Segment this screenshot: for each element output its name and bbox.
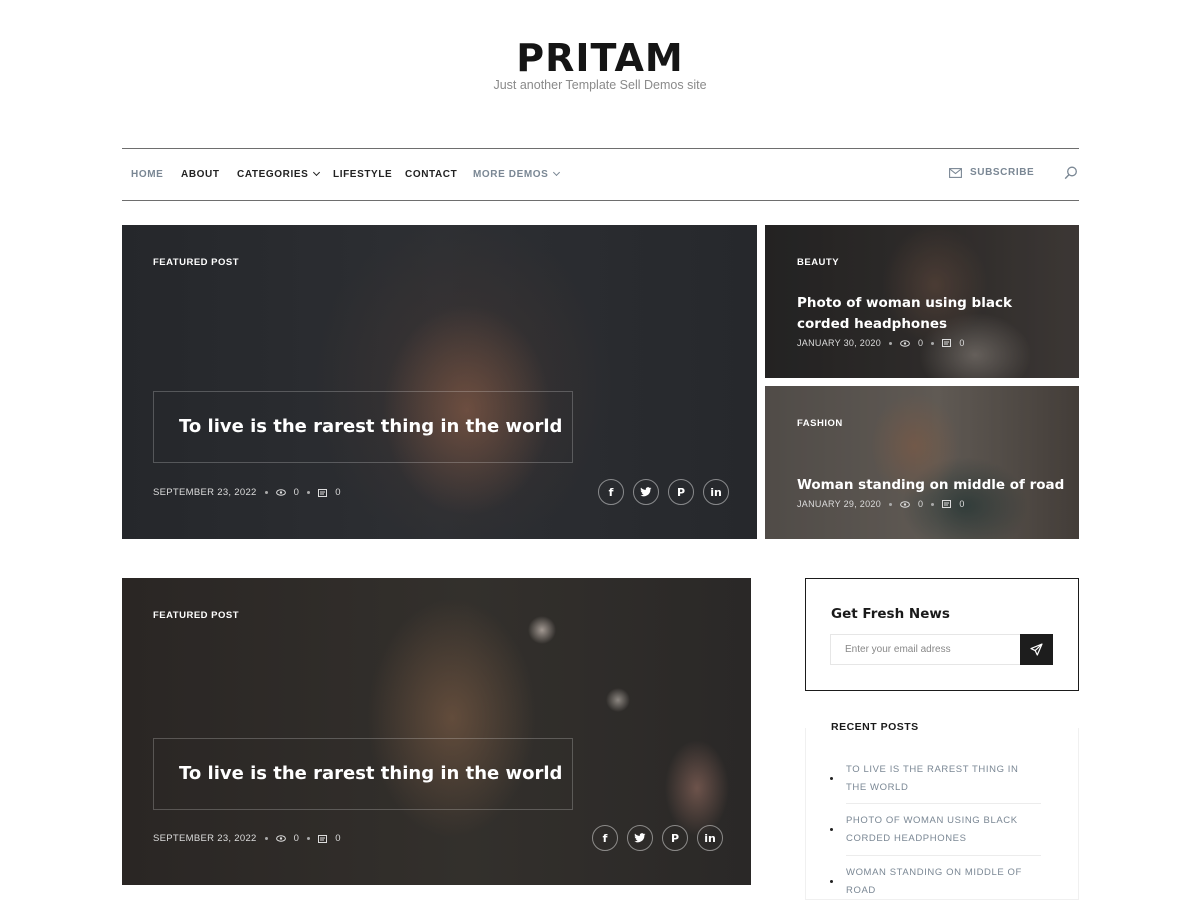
comment-icon <box>318 834 328 843</box>
site-tagline: Just another Template Sell Demos site <box>493 78 707 92</box>
separator-dot <box>307 491 311 494</box>
pinterest-icon[interactable]: P <box>668 479 694 505</box>
nav-more-demos[interactable]: MORE DEMOS <box>473 168 561 180</box>
divider <box>846 803 1041 804</box>
nav-more-demos-label: MORE DEMOS <box>473 169 549 180</box>
nav-contact[interactable]: CONTACT <box>405 169 457 180</box>
comments-value: 0 <box>959 499 965 509</box>
comments-count: 0 <box>318 833 341 844</box>
post-category: FEATURED POST <box>153 610 240 621</box>
post-title[interactable]: Woman standing on middle of road <box>797 475 1067 496</box>
comment-icon <box>942 500 952 508</box>
chevron-down-icon <box>553 168 561 177</box>
recent-post-link[interactable]: WOMAN STANDING ON MIDDLE OF ROAD <box>846 864 1041 900</box>
list-bullet <box>830 880 833 883</box>
featured-post-card[interactable]: FEATURED POST To live is the rarest thin… <box>122 225 757 539</box>
post-title[interactable]: Photo of woman using black corded headph… <box>797 293 1057 335</box>
send-button[interactable] <box>1020 634 1053 665</box>
post-date: SEPTEMBER 23, 2022 <box>153 487 257 498</box>
separator-dot <box>931 502 935 506</box>
post-date: JANUARY 29, 2020 <box>797 499 882 509</box>
pinterest-icon[interactable]: P <box>662 825 688 851</box>
site-title[interactable]: PRITAM <box>0 36 1200 80</box>
recent-posts-title: RECENT POSTS <box>831 721 919 733</box>
views-count: 0 <box>275 833 300 844</box>
newsletter-title: Get Fresh News <box>831 606 950 622</box>
eye-icon <box>275 835 286 842</box>
separator-dot <box>264 837 268 840</box>
nav-home[interactable]: HOME <box>131 169 163 180</box>
mail-icon <box>949 167 962 178</box>
post-title[interactable]: To live is the rarest thing in the world <box>179 763 562 784</box>
post-category: BEAUTY <box>797 257 840 268</box>
views-count: 0 <box>275 487 300 498</box>
comment-icon <box>942 339 952 347</box>
nav-categories[interactable]: CATEGORIES <box>237 168 321 180</box>
featured-post-card[interactable]: FEATURED POST To live is the rarest thin… <box>122 578 751 885</box>
comments-value: 0 <box>335 833 341 844</box>
image-overlay <box>765 386 1079 539</box>
eye-icon <box>900 339 910 347</box>
post-meta: SEPTEMBER 23, 2022 0 0 <box>153 833 341 844</box>
post-category: FEATURED POST <box>153 257 240 268</box>
separator-dot <box>889 341 893 345</box>
subscribe-link[interactable]: SUBSCRIBE <box>949 167 1034 178</box>
share-buttons: f P in <box>598 479 729 505</box>
twitter-bird-glyph <box>634 833 646 843</box>
list-bullet <box>830 777 833 780</box>
side-post-card[interactable]: FASHION Woman standing on middle of road… <box>765 386 1079 539</box>
views-value: 0 <box>918 338 924 348</box>
separator-dot <box>931 341 935 345</box>
facebook-icon[interactable]: f <box>598 479 624 505</box>
recent-post-link[interactable]: PHOTO OF WOMAN USING BLACK CORDED HEADPH… <box>846 812 1041 848</box>
chevron-down-icon <box>313 168 321 177</box>
views-value: 0 <box>293 487 300 498</box>
search-button[interactable] <box>1064 166 1078 185</box>
nav-lifestyle[interactable]: LIFESTYLE <box>333 169 392 180</box>
views-value: 0 <box>918 499 924 509</box>
post-meta: JANUARY 29, 2020 0 0 <box>797 499 965 509</box>
newsletter-widget: Get Fresh News Enter your email adress <box>805 578 1079 691</box>
share-buttons: f P in <box>592 825 723 851</box>
search-icon <box>1064 166 1077 180</box>
post-meta: JANUARY 30, 2020 0 0 <box>797 338 965 348</box>
send-icon <box>1030 643 1043 656</box>
main-nav: HOME ABOUT CATEGORIES LIFESTYLE CONTACT … <box>122 148 1079 201</box>
linkedin-icon[interactable]: in <box>697 825 723 851</box>
comments-count: 0 <box>318 487 341 498</box>
post-meta: SEPTEMBER 23, 2022 0 0 <box>153 487 341 498</box>
twitter-icon[interactable] <box>627 825 653 851</box>
separator-dot <box>889 502 893 506</box>
email-field[interactable]: Enter your email adress <box>830 634 1020 665</box>
views-count: 0 <box>900 499 923 509</box>
eye-icon <box>275 489 286 496</box>
linkedin-icon[interactable]: in <box>703 479 729 505</box>
post-date: JANUARY 30, 2020 <box>797 338 882 348</box>
post-date: SEPTEMBER 23, 2022 <box>153 833 257 844</box>
side-post-card[interactable]: BEAUTY Photo of woman using black corded… <box>765 225 1079 378</box>
twitter-bird-glyph <box>640 487 652 497</box>
comments-value: 0 <box>959 338 965 348</box>
list-bullet <box>830 828 833 831</box>
nav-categories-label: CATEGORIES <box>237 169 309 180</box>
post-category: FASHION <box>797 418 843 429</box>
comments-value: 0 <box>335 487 341 498</box>
separator-dot <box>264 491 268 494</box>
twitter-icon[interactable] <box>633 479 659 505</box>
post-title[interactable]: To live is the rarest thing in the world <box>179 416 562 437</box>
facebook-icon[interactable]: f <box>592 825 618 851</box>
recent-post-link[interactable]: TO LIVE IS THE RAREST THING IN THE WORLD <box>846 761 1041 797</box>
views-count: 0 <box>900 338 923 348</box>
comment-icon <box>318 488 328 497</box>
views-value: 0 <box>293 833 300 844</box>
nav-about[interactable]: ABOUT <box>181 169 220 180</box>
comments-count: 0 <box>942 338 964 348</box>
eye-icon <box>900 500 910 508</box>
separator-dot <box>307 837 311 840</box>
subscribe-label: SUBSCRIBE <box>970 167 1035 178</box>
divider <box>846 855 1041 856</box>
comments-count: 0 <box>942 499 964 509</box>
